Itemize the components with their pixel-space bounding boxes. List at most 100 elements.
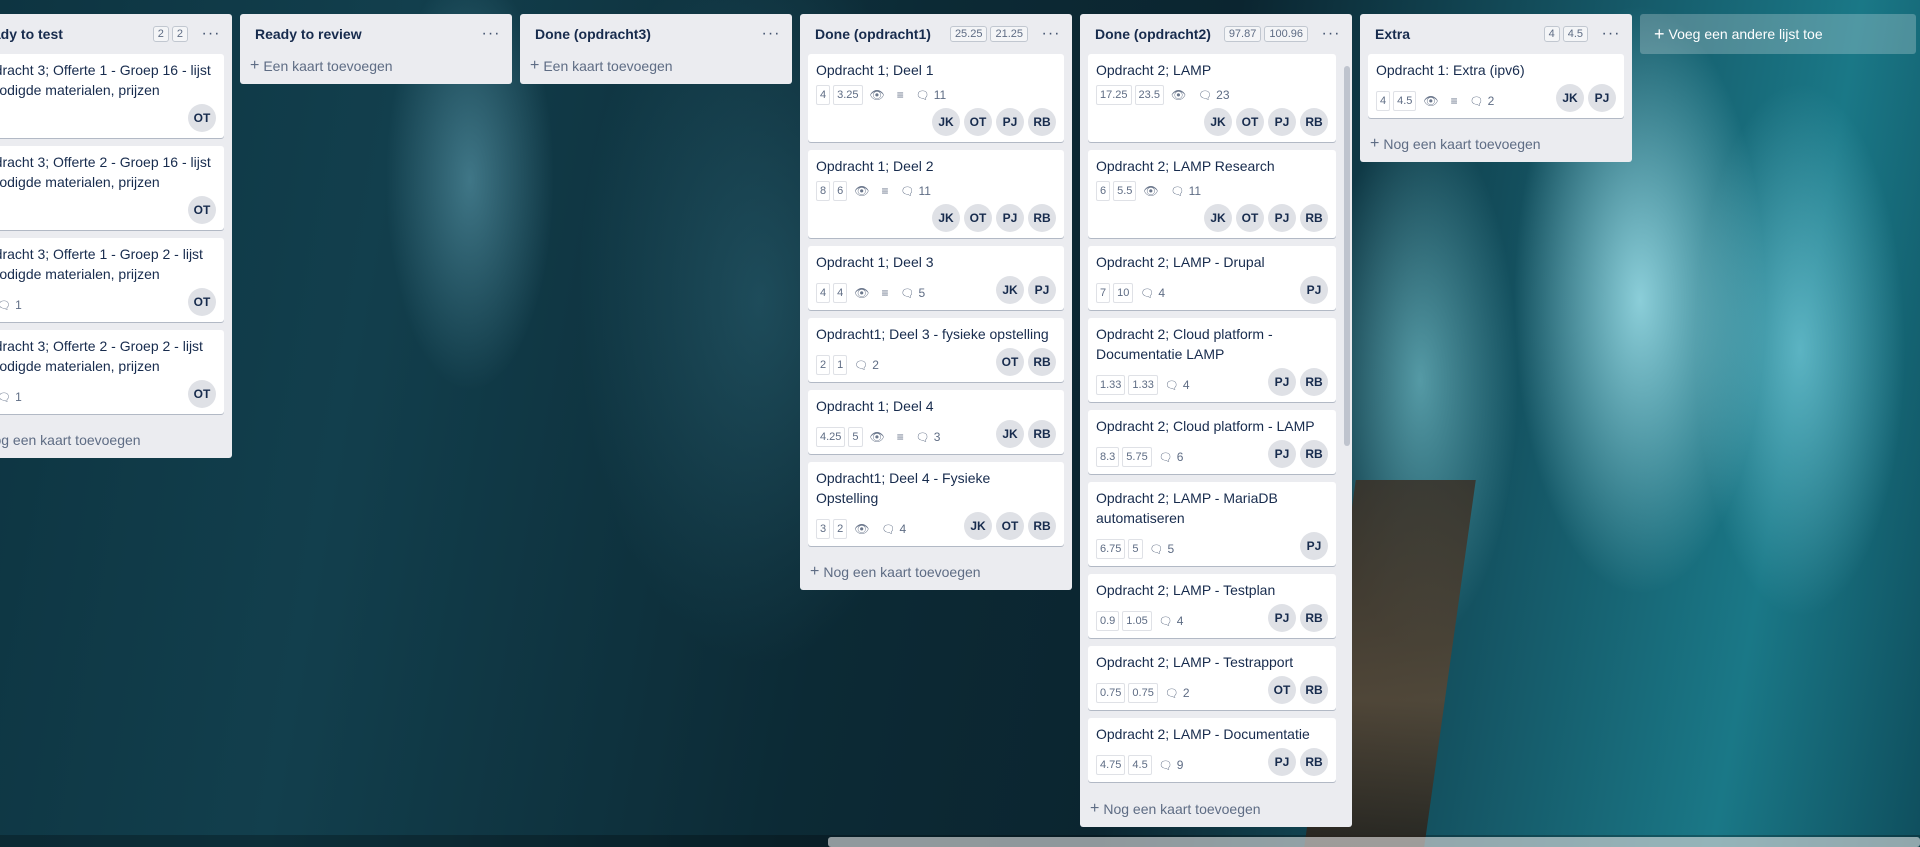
card-title: Opdracht 3; Offerte 1 - Groep 16 - lijst… (0, 62, 211, 98)
card[interactable]: Opdracht1; Deel 3 - fysieke opstelling 2… (808, 318, 1064, 382)
list-menu-icon[interactable]: ··· (1318, 25, 1344, 43)
avatar[interactable]: PJ (1268, 604, 1296, 632)
avatar[interactable]: RB (1300, 204, 1328, 232)
avatar[interactable]: PJ (996, 204, 1024, 232)
card[interactable]: Opdracht 1; Deel 2 8 6 👁 ≡ 🗨 11 JK OT PJ … (808, 150, 1064, 238)
avatar[interactable]: OT (188, 288, 216, 316)
avatar[interactable]: RB (1028, 512, 1056, 540)
list-header: Ready to review ··· (240, 14, 512, 54)
list-vertical-scrollbar[interactable] (1344, 66, 1350, 446)
avatar[interactable]: OT (964, 108, 992, 136)
list-title[interactable]: Ready to review (255, 26, 468, 42)
avatar[interactable]: JK (1204, 204, 1232, 232)
avatar[interactable]: RB (1300, 440, 1328, 468)
avatar[interactable]: PJ (1300, 532, 1328, 560)
card[interactable]: Opdracht 1: Extra (ipv6) 4 4.5 👁 ≡ 🗨 2 JK… (1368, 54, 1624, 118)
avatar[interactable]: RB (1028, 348, 1056, 376)
add-card-button[interactable]: +Nog een kaart toevoegen (1360, 126, 1632, 162)
avatar[interactable]: RB (1028, 420, 1056, 448)
add-card-button[interactable]: +Nog een kaart toevoegen (800, 554, 1072, 590)
avatar[interactable]: OT (996, 512, 1024, 540)
card[interactable]: Opdracht 3; Offerte 1 - Groep 2 - lijst … (0, 238, 224, 322)
avatar[interactable]: JK (1204, 108, 1232, 136)
card-comment-count: 🗨 1 (0, 390, 22, 404)
add-card-button[interactable]: +Nog een kaart toevoegen (1080, 791, 1352, 827)
avatar[interactable]: OT (964, 204, 992, 232)
card[interactable]: Opdracht 1; Deel 3 4 4 👁 ≡ 🗨 5 JK PJ (808, 246, 1064, 310)
card[interactable]: Opdracht 2; Cloud platform - LAMP 8.3 5.… (1088, 410, 1336, 474)
avatar[interactable]: PJ (1588, 84, 1616, 112)
add-card-button[interactable]: +Nog een kaart toevoegen (0, 422, 232, 458)
card[interactable]: Opdracht 2; LAMP - MariaDB automatiseren… (1088, 482, 1336, 566)
avatar[interactable]: PJ (1268, 368, 1296, 396)
list-title[interactable]: Done (opdracht3) (535, 26, 748, 42)
card-comment-count: 🗨 4 (1164, 378, 1190, 392)
list-menu-icon[interactable]: ··· (1598, 25, 1624, 43)
comment-icon: 🗨 (0, 299, 12, 312)
avatar[interactable]: PJ (1028, 276, 1056, 304)
avatar[interactable]: RB (1300, 368, 1328, 396)
avatar[interactable]: JK (996, 276, 1024, 304)
avatar[interactable]: OT (188, 104, 216, 132)
avatar[interactable]: RB (1300, 108, 1328, 136)
card[interactable]: Opdracht1; Deel 4 - Fysieke Opstelling 3… (808, 462, 1064, 546)
card[interactable]: Opdracht 3; Offerte 1 - Groep 16 - lijst… (0, 54, 224, 138)
add-list-button[interactable]: + Voeg een andere lijst toe (1640, 14, 1916, 54)
card[interactable]: Opdracht 3; Offerte 2 - Groep 16 - lijst… (0, 146, 224, 230)
board-horizontal-scrollbar[interactable] (828, 837, 1920, 847)
avatar[interactable]: OT (996, 348, 1024, 376)
avatar[interactable]: RB (1300, 676, 1328, 704)
avatar[interactable]: PJ (1268, 748, 1296, 776)
avatar[interactable]: JK (1556, 84, 1584, 112)
avatar[interactable]: JK (964, 512, 992, 540)
avatar[interactable]: PJ (996, 108, 1024, 136)
avatar[interactable]: PJ (1268, 440, 1296, 468)
card-points-badge: 1 (833, 355, 848, 375)
card[interactable]: Opdracht 2; LAMP - Documentatie 4.75 4.5… (1088, 718, 1336, 782)
description-icon: ≡ (896, 88, 904, 102)
watch-icon: 👁 (869, 430, 885, 444)
card[interactable]: Opdracht 2; LAMP - Testrapport 0.75 0.75… (1088, 646, 1336, 710)
card[interactable]: Opdracht 2; LAMP 17.25 23.5 👁 🗨 23 JK OT … (1088, 54, 1336, 142)
avatar[interactable]: OT (188, 380, 216, 408)
avatar[interactable]: RB (1028, 204, 1056, 232)
comment-icon: 🗨 (900, 185, 915, 198)
list-menu-icon[interactable]: ··· (198, 25, 224, 43)
card-points-badge: 0.75 (1096, 683, 1126, 703)
card-points-badge: 6.75 (1096, 539, 1126, 559)
avatar[interactable]: RB (1300, 604, 1328, 632)
list-menu-icon[interactable]: ··· (478, 25, 504, 43)
list-title[interactable]: Done (opdracht2) (1095, 26, 1221, 42)
avatar[interactable]: JK (932, 108, 960, 136)
card[interactable]: Opdracht 2; LAMP Research 6 5.5 👁 🗨 11 JK… (1088, 150, 1336, 238)
card-title: Opdracht 2; LAMP Research (1096, 158, 1275, 174)
card-points-badge: 0.75 (1128, 683, 1158, 703)
avatar[interactable]: OT (1236, 108, 1264, 136)
card-points-badge: 4.5 (1393, 91, 1417, 111)
list-title[interactable]: Done (opdracht1) (815, 26, 947, 42)
card-title: Opdracht 1; Deel 2 (816, 158, 934, 174)
card[interactable]: Opdracht 1; Deel 1 4 3.25 👁 ≡ 🗨 11 JK OT … (808, 54, 1064, 142)
list-menu-icon[interactable]: ··· (758, 25, 784, 43)
card[interactable]: Opdracht 1; Deel 4 4.25 5 👁 ≡ 🗨 3 JK RB (808, 390, 1064, 454)
avatar[interactable]: RB (1300, 748, 1328, 776)
card-points-badge: 5 (848, 427, 863, 447)
list-title[interactable]: Extra (1375, 26, 1541, 42)
card[interactable]: Opdracht 2; Cloud platform - Documentati… (1088, 318, 1336, 402)
list-points-badge: 4 (1543, 26, 1560, 42)
avatar[interactable]: OT (188, 196, 216, 224)
card[interactable]: Opdracht 3; Offerte 2 - Groep 2 - lijst … (0, 330, 224, 414)
card[interactable]: Opdracht 2; LAMP - Testplan 0.9 1.05 🗨 4 … (1088, 574, 1336, 638)
card[interactable]: Opdracht 2; LAMP - Drupal 7 10 🗨 4 PJ (1088, 246, 1336, 310)
avatar[interactable]: PJ (1268, 204, 1296, 232)
avatar[interactable]: JK (996, 420, 1024, 448)
list-menu-icon[interactable]: ··· (1038, 25, 1064, 43)
plus-icon: + (530, 57, 540, 74)
list-title[interactable]: Ready to test (0, 26, 150, 42)
avatar[interactable]: OT (1236, 204, 1264, 232)
avatar[interactable]: PJ (1268, 108, 1296, 136)
avatar[interactable]: OT (1268, 676, 1296, 704)
avatar[interactable]: JK (932, 204, 960, 232)
avatar[interactable]: RB (1028, 108, 1056, 136)
avatar[interactable]: PJ (1300, 276, 1328, 304)
